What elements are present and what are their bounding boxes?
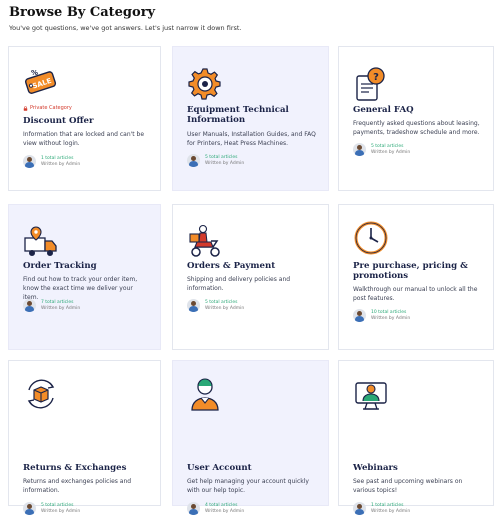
category-description: Get help managing your account quickly w… — [187, 478, 309, 494]
author-avatar — [23, 299, 36, 312]
svg-text:%: % — [31, 69, 38, 77]
article-count: 10 total articles — [371, 310, 407, 315]
category-card-user-account[interactable]: User Account Get help managing your acco… — [172, 360, 329, 515]
article-count: 7 total articles — [41, 300, 74, 305]
faq-document-icon: ? — [353, 66, 389, 102]
author-avatar — [23, 155, 36, 168]
author-avatar — [187, 299, 200, 312]
author-name: Written by Admin — [41, 162, 81, 167]
category-card-equipment-technical-information[interactable]: Equipment Technical Information User Man… — [172, 46, 329, 191]
webinar-icon — [353, 376, 389, 412]
author-avatar — [187, 154, 200, 167]
category-description: Frequently asked questions about leasing… — [353, 120, 480, 136]
author-avatar — [353, 309, 366, 322]
lock-icon — [23, 105, 28, 111]
article-count: 5 total articles — [371, 144, 404, 149]
category-card-orders-and-payment[interactable]: Orders & Payment Shipping and delivery p… — [172, 204, 329, 350]
article-count: 1 total articles — [371, 503, 404, 508]
author-name: Written by Admin — [41, 306, 81, 311]
category-title[interactable]: Pre purchase, pricing & promotions — [353, 261, 485, 281]
category-title[interactable]: Webinars — [353, 463, 485, 473]
private-category-badge: Private Category — [23, 105, 72, 111]
author-avatar — [23, 502, 36, 515]
category-card-returns-and-exchanges[interactable]: Returns & Exchanges Returns and exchange… — [8, 360, 161, 515]
sale-tag-icon: SALE% — [23, 66, 59, 102]
category-title[interactable]: Order Tracking — [23, 261, 152, 271]
category-grid: SALE% Private Category Discount Offer In… — [8, 46, 494, 515]
category-title[interactable]: Equipment Technical Information — [187, 105, 320, 125]
category-description: Find out how to track your order item, k… — [23, 276, 138, 301]
category-description: See past and upcoming webinars on variou… — [353, 478, 463, 494]
article-meta: 1 total articles Written by Admin — [23, 155, 80, 168]
article-meta: 5 total articles Written by Admin — [23, 502, 80, 515]
category-card-order-tracking[interactable]: Order Tracking Find out how to track you… — [8, 204, 161, 350]
category-description: Information that are locked and can't be… — [23, 131, 145, 147]
author-name: Written by Admin — [371, 150, 411, 155]
category-description: User Manuals, Installation Guides, and F… — [187, 131, 316, 147]
private-category-label: Private Category — [30, 105, 72, 111]
article-count: 4 total articles — [205, 503, 238, 508]
delivery-truck-icon — [23, 224, 59, 260]
article-meta: 5 total articles Written by Admin — [353, 143, 410, 156]
category-title[interactable]: Discount Offer — [23, 116, 152, 126]
article-count: 5 total articles — [205, 155, 238, 160]
article-meta: 4 total articles Written by Admin — [187, 502, 244, 515]
article-meta: 10 total articles Written by Admin — [353, 309, 410, 322]
category-description: Shipping and delivery policies and infor… — [187, 276, 291, 292]
category-card-general-faq[interactable]: ? General FAQ Frequently asked questions… — [338, 46, 494, 191]
author-avatar — [187, 502, 200, 515]
author-avatar — [353, 502, 366, 515]
author-avatar — [353, 143, 366, 156]
category-description: Returns and exchanges policies and infor… — [23, 478, 132, 494]
return-box-icon — [23, 376, 59, 412]
page-title: Browse By Category — [9, 5, 156, 20]
article-meta: 1 total articles Written by Admin — [353, 502, 410, 515]
category-title[interactable]: General FAQ — [353, 105, 485, 115]
article-count: 5 total articles — [41, 503, 74, 508]
article-count: 1 total articles — [41, 156, 74, 161]
category-title[interactable]: Returns & Exchanges — [23, 463, 152, 473]
author-name: Written by Admin — [371, 316, 411, 321]
category-card-discount-offer[interactable]: SALE% Private Category Discount Offer In… — [8, 46, 161, 191]
article-meta: 5 total articles Written by Admin — [187, 154, 244, 167]
author-name: Written by Admin — [205, 161, 245, 166]
category-title[interactable]: Orders & Payment — [187, 261, 320, 271]
category-card-webinars[interactable]: Webinars See past and upcoming webinars … — [338, 360, 494, 515]
user-account-icon — [187, 376, 223, 412]
clock-icon — [353, 220, 389, 256]
author-name: Written by Admin — [205, 306, 245, 311]
article-count: 5 total articles — [205, 300, 238, 305]
category-description: Walkthrough our manual to unlock all the… — [353, 286, 478, 302]
delivery-scooter-icon — [187, 224, 223, 260]
category-card-pre-purchase-pricing-promotions[interactable]: Pre purchase, pricing & promotions Walkt… — [338, 204, 494, 350]
svg-text:?: ? — [373, 72, 379, 83]
article-meta: 5 total articles Written by Admin — [187, 299, 244, 312]
category-title[interactable]: User Account — [187, 463, 320, 473]
article-meta: 7 total articles Written by Admin — [23, 299, 80, 312]
gear-icon — [187, 66, 223, 102]
page-subtitle: You've got questions, we've got answers.… — [9, 24, 242, 32]
